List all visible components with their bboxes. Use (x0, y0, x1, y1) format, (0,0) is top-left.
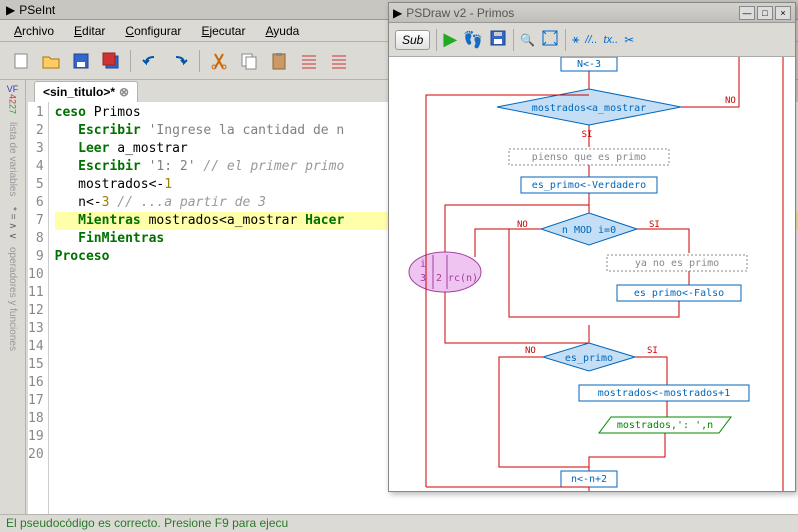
text-icon[interactable]: //.. (585, 34, 597, 46)
side-ops[interactable]: operadores y funciones (7, 247, 18, 351)
undo-icon[interactable] (137, 48, 163, 74)
new-icon[interactable] (8, 48, 34, 74)
svg-text:es_primo: es_primo (565, 353, 613, 364)
psdraw-toolbar: Sub ▶ 👣 🔍 ⚹ //.. tx.. ✂ (389, 23, 795, 57)
menu-ejecutar[interactable]: Ejecutar (193, 22, 253, 40)
statusbar: El pseudocódigo es correcto. Presione F9… (0, 514, 798, 532)
paste-icon[interactable] (266, 48, 292, 74)
menu-configurar[interactable]: Configurar (117, 22, 189, 40)
cut-icon[interactable] (206, 48, 232, 74)
side-vf[interactable]: VF (7, 84, 19, 94)
svg-text:SI: SI (647, 346, 658, 356)
svg-text:2: 2 (436, 273, 442, 284)
side-42[interactable]: 42 (8, 94, 18, 104)
psdraw-titlebar[interactable]: ▶ PSDraw v2 - Primos — □ × (389, 3, 795, 23)
menu-editar[interactable]: Editar (66, 22, 113, 40)
svg-text:es_primo<-Verdadero: es_primo<-Verdadero (532, 180, 646, 191)
close-button[interactable]: × (775, 6, 791, 20)
play-icon[interactable]: ▶ (443, 29, 457, 50)
svg-text:ya no es primo: ya no es primo (635, 258, 719, 269)
gutter: 1234567891011121314151617181920 (28, 102, 49, 514)
psdraw-title: PSDraw v2 - Primos (406, 6, 735, 20)
svg-text:SI: SI (582, 130, 593, 140)
tab-sin-titulo[interactable]: <sin_titulo>* ⊗ (34, 81, 138, 102)
psdraw-icon: ▶ (393, 6, 402, 20)
app-icon: ▶ (6, 3, 15, 17)
outdent-icon[interactable] (326, 48, 352, 74)
svg-text:n<-n+2: n<-n+2 (571, 474, 607, 485)
svg-text:es primo<-Falso: es primo<-Falso (634, 288, 724, 299)
svg-text:pienso que es primo: pienso que es primo (532, 152, 646, 163)
tx-icon[interactable]: tx.. (604, 34, 619, 46)
menu-ayuda[interactable]: Ayuda (257, 22, 307, 40)
svg-text:NO: NO (725, 96, 736, 106)
menu-archivo[interactable]: Archivo (6, 22, 62, 40)
redo-icon[interactable] (167, 48, 193, 74)
svg-text:mostrados,': ',n: mostrados,': ',n (617, 420, 713, 431)
maximize-button[interactable]: □ (757, 6, 773, 20)
flowchart-svg: N<-3 mostrados<a_mostrar NO SI pienso qu… (389, 57, 795, 491)
svg-text:mostrados<a_mostrar: mostrados<a_mostrar (532, 103, 646, 114)
svg-text:N<-3: N<-3 (577, 59, 601, 70)
zoom-icon[interactable]: 🔍 (520, 33, 535, 47)
style-icon[interactable]: ✂ (624, 33, 634, 47)
tab-label: <sin_titulo>* (43, 85, 115, 99)
config-icon[interactable]: ⚹ (572, 32, 579, 47)
close-icon[interactable]: ⊗ (119, 85, 129, 99)
svg-text:i: i (420, 259, 426, 270)
svg-text:NO: NO (525, 346, 536, 356)
app-title: PSeInt (19, 3, 55, 17)
side-27[interactable]: 27 (8, 104, 18, 114)
saveall-icon[interactable] (98, 48, 124, 74)
svg-text:mostrados<-mostrados+1: mostrados<-mostrados+1 (598, 388, 730, 399)
side-strip: VF 42 27 lista de variables * = ∧ ∨ oper… (0, 80, 26, 520)
side-lista[interactable]: lista de variables (7, 122, 18, 196)
indent-icon[interactable] (296, 48, 322, 74)
svg-text:n MOD i=0: n MOD i=0 (562, 225, 616, 236)
psdraw-window[interactable]: ▶ PSDraw v2 - Primos — □ × Sub ▶ 👣 🔍 ⚹ /… (388, 2, 796, 492)
svg-text:rc(n): rc(n) (448, 273, 478, 284)
save-icon[interactable] (489, 29, 507, 50)
step-icon[interactable]: 👣 (463, 30, 483, 50)
side-sym[interactable]: * = ∧ ∨ (7, 207, 18, 240)
flowchart-canvas[interactable]: N<-3 mostrados<a_mostrar NO SI pienso qu… (389, 57, 795, 491)
copy-icon[interactable] (236, 48, 262, 74)
status-text: El pseudocódigo es correcto. Presione F9… (6, 516, 288, 530)
save-icon[interactable] (68, 48, 94, 74)
sub-button[interactable]: Sub (395, 30, 430, 50)
minimize-button[interactable]: — (739, 6, 755, 20)
fit-icon[interactable] (541, 29, 559, 50)
open-icon[interactable] (38, 48, 64, 74)
svg-text:3: 3 (420, 273, 426, 284)
